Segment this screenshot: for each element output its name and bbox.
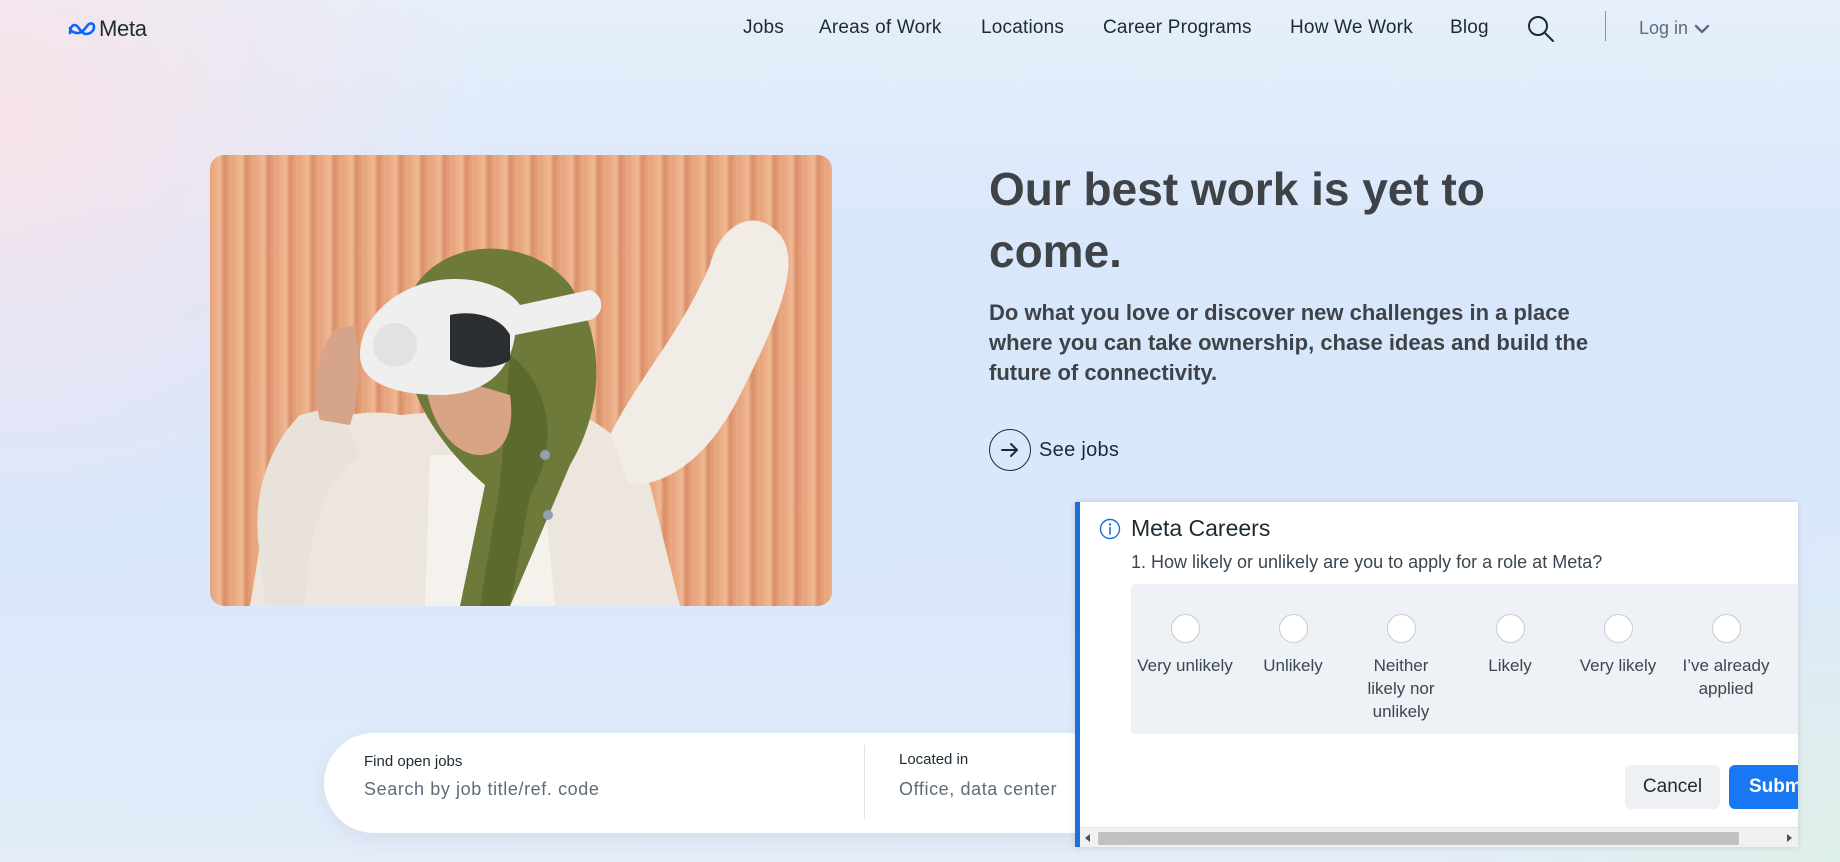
nav-item-areas-of-work[interactable]: Areas of Work: [819, 17, 942, 39]
scrollbar-thumb[interactable]: [1098, 832, 1739, 845]
submit-button[interactable]: Submit: [1729, 765, 1798, 809]
arrow-right-icon: [1001, 443, 1018, 457]
radio-very-unlikely[interactable]: [1171, 614, 1200, 643]
hero-subtitle: Do what you love or discover new challen…: [989, 300, 1589, 385]
job-search-input[interactable]: [364, 779, 824, 800]
see-jobs-link[interactable]: See jobs: [989, 429, 1119, 471]
search-bar-divider: [864, 745, 865, 819]
cancel-button[interactable]: Cancel: [1625, 765, 1720, 809]
login-button[interactable]: Log in: [1639, 18, 1710, 39]
find-jobs-label: Find open jobs: [364, 753, 463, 770]
likelihood-scale: Very unlikely Unlikely Neither likely no…: [1131, 584, 1798, 734]
radio-neutral[interactable]: [1387, 614, 1416, 643]
option-likely[interactable]: Likely: [1456, 584, 1564, 734]
survey-question: 1. How likely or unlikely are you to app…: [1131, 552, 1603, 572]
option-already-applied[interactable]: I’ve already applied: [1672, 584, 1780, 734]
vr-headset-person-illustration: [250, 220, 789, 606]
scroll-right-icon[interactable]: [1783, 832, 1795, 844]
survey-title: Meta Careers: [1131, 515, 1271, 541]
radio-already-applied[interactable]: [1712, 614, 1741, 643]
hero-title: Our best work is yet to come.: [989, 163, 1485, 277]
option-label: Likely: [1488, 656, 1532, 675]
see-jobs-label: See jobs: [1039, 438, 1120, 461]
horizontal-scrollbar[interactable]: [1080, 827, 1798, 847]
option-unlikely[interactable]: Unlikely: [1239, 584, 1347, 734]
option-neutral[interactable]: Neither likely nor unlikely: [1347, 584, 1455, 734]
meta-logo-icon: [68, 22, 96, 36]
radio-very-likely[interactable]: [1604, 614, 1633, 643]
chevron-down-icon: [1694, 24, 1710, 33]
nav-item-jobs[interactable]: Jobs: [743, 17, 784, 39]
see-jobs-circle: [989, 429, 1031, 471]
search-icon[interactable]: [1526, 14, 1556, 44]
option-label: Very likely: [1579, 656, 1657, 675]
nav-item-career-programs[interactable]: Career Programs: [1103, 17, 1252, 39]
radio-unlikely[interactable]: [1279, 614, 1308, 643]
nav-item-blog[interactable]: Blog: [1450, 17, 1489, 39]
survey-dialog: Meta Careers 1. How likely or unlikely a…: [1075, 502, 1798, 847]
nav-divider: [1605, 11, 1606, 41]
nav-item-how-we-work[interactable]: How We Work: [1290, 17, 1413, 39]
radio-likely[interactable]: [1496, 614, 1525, 643]
option-very-likely[interactable]: Very likely: [1564, 584, 1672, 734]
site-header: Meta Jobs Areas of Work Locations Career…: [0, 0, 1840, 58]
location-label: Located in: [899, 751, 969, 768]
logo-text: Meta: [99, 16, 147, 41]
info-icon: [1099, 518, 1121, 540]
job-search-bar: Find open jobs Located in: [324, 733, 1124, 833]
login-label: Log in: [1639, 18, 1689, 38]
hero-image: [210, 155, 832, 606]
option-label: Unlikely: [1263, 656, 1323, 675]
meta-logo[interactable]: Meta: [68, 16, 147, 42]
find-jobs-field: Find open jobs: [364, 733, 844, 833]
scroll-left-icon[interactable]: [1082, 832, 1094, 844]
option-label: I’ve already applied: [1682, 656, 1770, 698]
option-label: Very unlikely: [1137, 656, 1233, 675]
option-label: Neither likely nor unlikely: [1367, 656, 1435, 721]
option-very-unlikely[interactable]: Very unlikely: [1131, 584, 1239, 734]
nav-item-locations[interactable]: Locations: [981, 17, 1064, 39]
